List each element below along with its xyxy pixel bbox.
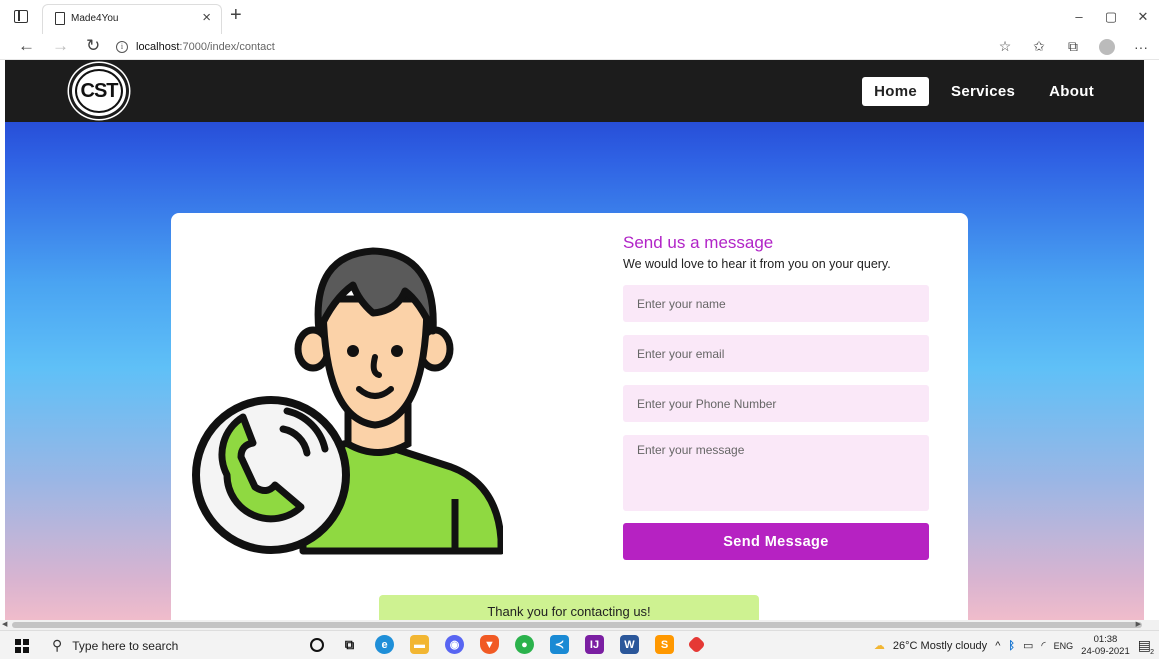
language-indicator[interactable]: ENG	[1054, 641, 1074, 651]
tab-title: Made4You	[71, 13, 119, 24]
network-icon[interactable]: ◜	[1041, 639, 1045, 652]
name-input[interactable]	[623, 285, 929, 322]
form-title: Send us a message	[623, 233, 774, 252]
taskbar-clock[interactable]: 01:38 24-09-2021	[1081, 634, 1130, 658]
email-input[interactable]	[623, 335, 929, 372]
maximize-button[interactable]: ▢	[1095, 0, 1127, 34]
favorite-star-icon[interactable]: ☆	[997, 38, 1013, 55]
close-window-button[interactable]: ✕	[1127, 0, 1159, 34]
favorites-list-icon[interactable]: ✩	[1031, 38, 1047, 55]
more-menu-icon[interactable]: ···	[1133, 39, 1149, 55]
search-icon: ⚲	[52, 637, 63, 653]
form-subtitle: We would love to hear it from you on you…	[623, 257, 891, 271]
send-message-button[interactable]: Send Message	[623, 523, 929, 560]
page-viewport: CST Home Services About Send us a messag…	[5, 60, 1144, 620]
success-message: Thank you for contacting us!	[379, 595, 759, 620]
vscode-icon[interactable]: ≺	[550, 635, 569, 654]
system-tray: ☁ 26°C Mostly cloudy ^ ᛒ ▭ ◜ ENG 01:38 2…	[874, 631, 1154, 659]
tab-close-icon[interactable]: ×	[202, 9, 211, 26]
right-eye	[391, 345, 403, 357]
tab-actions-icon[interactable]	[14, 10, 28, 23]
site-navbar: CST Home Services About	[5, 60, 1144, 122]
clock-date: 24-09-2021	[1081, 645, 1130, 657]
brave-browser-icon[interactable]: ▼	[480, 635, 499, 654]
contact-card: Send us a message We would love to hear …	[171, 213, 968, 620]
address-bar: ← → ↻ i localhost :7000/index/contact ☆ …	[0, 34, 1159, 60]
nav-services[interactable]: Services	[939, 77, 1027, 106]
taskbar-apps: ⧉ e ▬ ◉ ▼ ● ≺ IJ W S	[310, 635, 706, 654]
notifications-icon[interactable]: ▤ 2	[1138, 637, 1154, 656]
cortana-icon[interactable]	[310, 637, 324, 652]
browser-tab[interactable]: Made4You ×	[42, 4, 222, 34]
new-tab-button[interactable]: +	[230, 4, 242, 27]
url-field[interactable]: i localhost :7000/index/contact	[116, 37, 275, 57]
scroll-right-arrow[interactable]: ▶	[1136, 620, 1141, 628]
nav-about[interactable]: About	[1037, 77, 1106, 106]
window-controls: – ▢ ✕	[1063, 0, 1159, 34]
contact-person-illustration	[192, 247, 503, 555]
file-explorer-icon[interactable]: ▬	[410, 635, 429, 654]
forward-button[interactable]: →	[52, 36, 69, 56]
contact-form: Send us a message We would love to hear …	[623, 233, 929, 560]
message-input[interactable]	[623, 435, 929, 511]
left-eye	[347, 345, 359, 357]
address-bar-actions: ☆ ✩ ⧉ ···	[997, 38, 1149, 55]
collections-icon[interactable]: ⧉	[1065, 38, 1081, 55]
taskbar-search[interactable]: ⚲ Type here to search	[42, 631, 304, 659]
profile-avatar[interactable]	[1099, 38, 1115, 55]
site-logo[interactable]: CST	[69, 63, 129, 119]
minimize-button[interactable]: –	[1063, 0, 1095, 34]
horizontal-scroll-thumb[interactable]	[12, 622, 1142, 628]
url-host: localhost	[136, 41, 180, 53]
chrome-icon[interactable]: ●	[515, 635, 534, 654]
phone-input[interactable]	[623, 385, 929, 422]
weather-text[interactable]: 26°C Mostly cloudy	[893, 640, 987, 652]
nav-links: Home Services About	[862, 77, 1106, 106]
word-icon[interactable]: W	[620, 635, 639, 654]
reload-button[interactable]: ↻	[86, 36, 100, 56]
taskbar-search-placeholder: Type here to search	[72, 638, 179, 653]
scroll-left-arrow[interactable]: ◀	[2, 620, 7, 628]
site-info-icon[interactable]: i	[116, 41, 128, 53]
phone-badge-circle	[192, 396, 350, 554]
edge-browser-icon[interactable]: e	[375, 635, 394, 654]
browser-tab-bar: Made4You × + – ▢ ✕	[0, 0, 1159, 34]
discord-icon[interactable]: ◉	[445, 635, 464, 654]
nav-home[interactable]: Home	[862, 77, 930, 106]
intellij-icon[interactable]: IJ	[585, 635, 604, 654]
show-hidden-icons-chevron[interactable]: ^	[995, 640, 1000, 652]
git-client-icon[interactable]	[687, 635, 706, 654]
back-button[interactable]: ←	[18, 36, 35, 56]
sublime-text-icon[interactable]: S	[655, 635, 674, 654]
windows-start-icon[interactable]	[15, 639, 29, 653]
clock-time: 01:38	[1093, 633, 1118, 645]
url-path: :7000/index/contact	[179, 41, 275, 53]
bluetooth-icon[interactable]: ᛒ	[1008, 640, 1015, 652]
notification-count: 2	[1150, 649, 1154, 656]
horizontal-scrollbar[interactable]: ◀ ▶	[0, 620, 1159, 630]
weather-icon[interactable]: ☁	[874, 639, 885, 652]
page-icon	[55, 12, 65, 25]
logo-ring: CST	[75, 69, 123, 113]
os-taskbar: ⚲ Type here to search ⧉ e ▬ ◉ ▼ ● ≺ IJ W…	[0, 630, 1159, 659]
vertical-scrollbar-track[interactable]	[1144, 60, 1159, 620]
logo-text: CST	[80, 79, 119, 102]
battery-icon[interactable]: ▭	[1023, 639, 1033, 652]
task-view-icon[interactable]: ⧉	[340, 635, 359, 654]
